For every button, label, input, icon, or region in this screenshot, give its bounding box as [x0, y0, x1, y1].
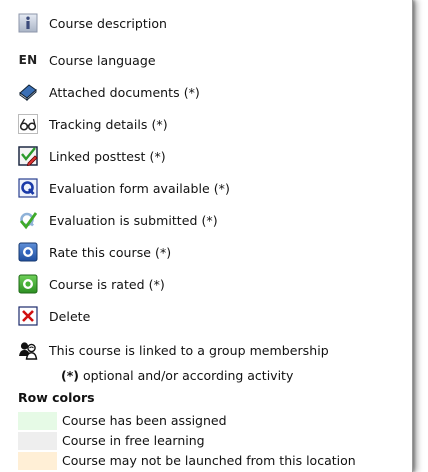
legend-item-linked-posttest: Linked posttest (*) [18, 144, 166, 168]
color-swatch [18, 452, 57, 470]
legend-label: Delete [49, 308, 91, 324]
posttest-icon [18, 146, 38, 166]
legend-label: Course language [49, 52, 156, 68]
info-icon [18, 13, 38, 33]
delete-x-icon [18, 306, 38, 326]
legend-label: This course is linked to a group members… [49, 342, 329, 358]
evaluation-submitted-icon [18, 210, 38, 230]
glasses-icon [18, 114, 38, 134]
legend-label: Rate this course (*) [49, 244, 172, 260]
legend-item-evaluation-form: Evaluation form available (*) [18, 176, 230, 200]
row-color-label: Course may not be launched from this loc… [62, 453, 356, 468]
legend-label: Course description [49, 15, 168, 31]
legend-item-course-description: Course description [18, 11, 167, 35]
book-icon [18, 82, 38, 102]
legend-label: Linked posttest (*) [49, 148, 166, 164]
legend-label: Evaluation form available (*) [49, 180, 230, 196]
legend-label: Tracking details (*) [49, 116, 168, 132]
row-color-free-learning: Course in free learning [18, 432, 412, 450]
language-en-icon: EN [18, 53, 38, 67]
legend-label: Course is rated (*) [49, 276, 165, 292]
legend-label: Evaluation is submitted (*) [49, 212, 218, 228]
row-color-assigned: Course has been assigned [18, 412, 412, 430]
legend-item-tracking-details: Tracking details (*) [18, 112, 168, 136]
row-color-not-launchable: Course may not be launched from this loc… [18, 452, 412, 470]
note-marker: (*) [61, 368, 79, 383]
legend-label: Attached documents (*) [49, 84, 200, 100]
rate-course-icon [18, 242, 38, 262]
evaluation-q-icon [18, 178, 38, 198]
legend-item-course-language: EN Course language [18, 48, 156, 72]
legend-item-group-membership: This course is linked to a group members… [18, 338, 329, 362]
course-rated-icon [18, 274, 38, 294]
row-color-label: Course in free learning [62, 433, 205, 448]
row-color-label: Course has been assigned [62, 413, 227, 428]
row-colors-title: Row colors [18, 390, 95, 405]
optional-activity-note: (*) optional and/or according activity [61, 368, 293, 383]
note-text: optional and/or according activity [78, 368, 294, 383]
legend-item-delete: Delete [18, 304, 90, 328]
legend-panel: Course description EN Course language At… [0, 0, 413, 472]
color-swatch [18, 412, 57, 430]
legend-item-rate-course: Rate this course (*) [18, 240, 171, 264]
legend-item-evaluation-submitted: Evaluation is submitted (*) [18, 208, 218, 232]
group-membership-icon [18, 340, 38, 360]
color-swatch [18, 432, 57, 450]
legend-item-course-rated: Course is rated (*) [18, 272, 165, 296]
legend-item-attached-documents: Attached documents (*) [18, 80, 200, 104]
